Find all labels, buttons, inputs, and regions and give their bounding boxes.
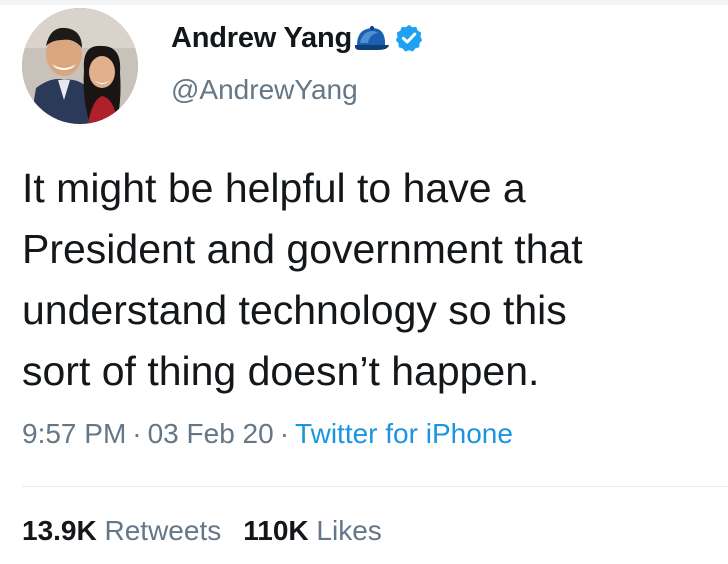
retweets-count: 13.9K: [22, 515, 97, 546]
likes-count: 110K: [243, 515, 309, 546]
likes-stat[interactable]: 110K Likes: [243, 515, 382, 546]
retweets-label: Retweets: [104, 515, 222, 546]
tweet-date[interactable]: 03 Feb 20: [148, 418, 274, 449]
tweet-time[interactable]: 9:57 PM: [22, 418, 126, 449]
tweet-source-link[interactable]: Twitter for iPhone: [295, 418, 513, 449]
avatar[interactable]: [22, 8, 138, 124]
tweet-text-line: President and government that: [22, 226, 583, 272]
profile-photo-icon: [22, 8, 138, 124]
verified-badge-icon: [394, 23, 424, 53]
likes-label: Likes: [316, 515, 382, 546]
tweet-text-line: It might be helpful to have a: [22, 165, 526, 211]
tweet-text: It might be helpful to have a President …: [22, 158, 712, 402]
author-display-name[interactable]: Andrew Yang: [171, 22, 352, 55]
tweet-text-line: understand technology so this: [22, 287, 567, 333]
top-divider: [0, 0, 728, 5]
author-name-row: Andrew Yang: [171, 16, 424, 60]
stats-divider: [22, 486, 728, 487]
tweet-stats: 13.9K Retweets 110K Likes: [22, 515, 404, 547]
tweet-metadata: 9:57 PM · 03 Feb 20 · Twitter for iPhone: [22, 418, 513, 450]
author-handle[interactable]: @AndrewYang: [171, 74, 358, 106]
tweet-text-line: sort of thing doesn’t happen.: [22, 348, 540, 394]
meta-separator: ·: [279, 418, 290, 449]
meta-separator: ·: [132, 418, 142, 449]
retweets-stat[interactable]: 13.9K Retweets: [22, 515, 221, 546]
blue-cap-icon: [354, 23, 390, 53]
